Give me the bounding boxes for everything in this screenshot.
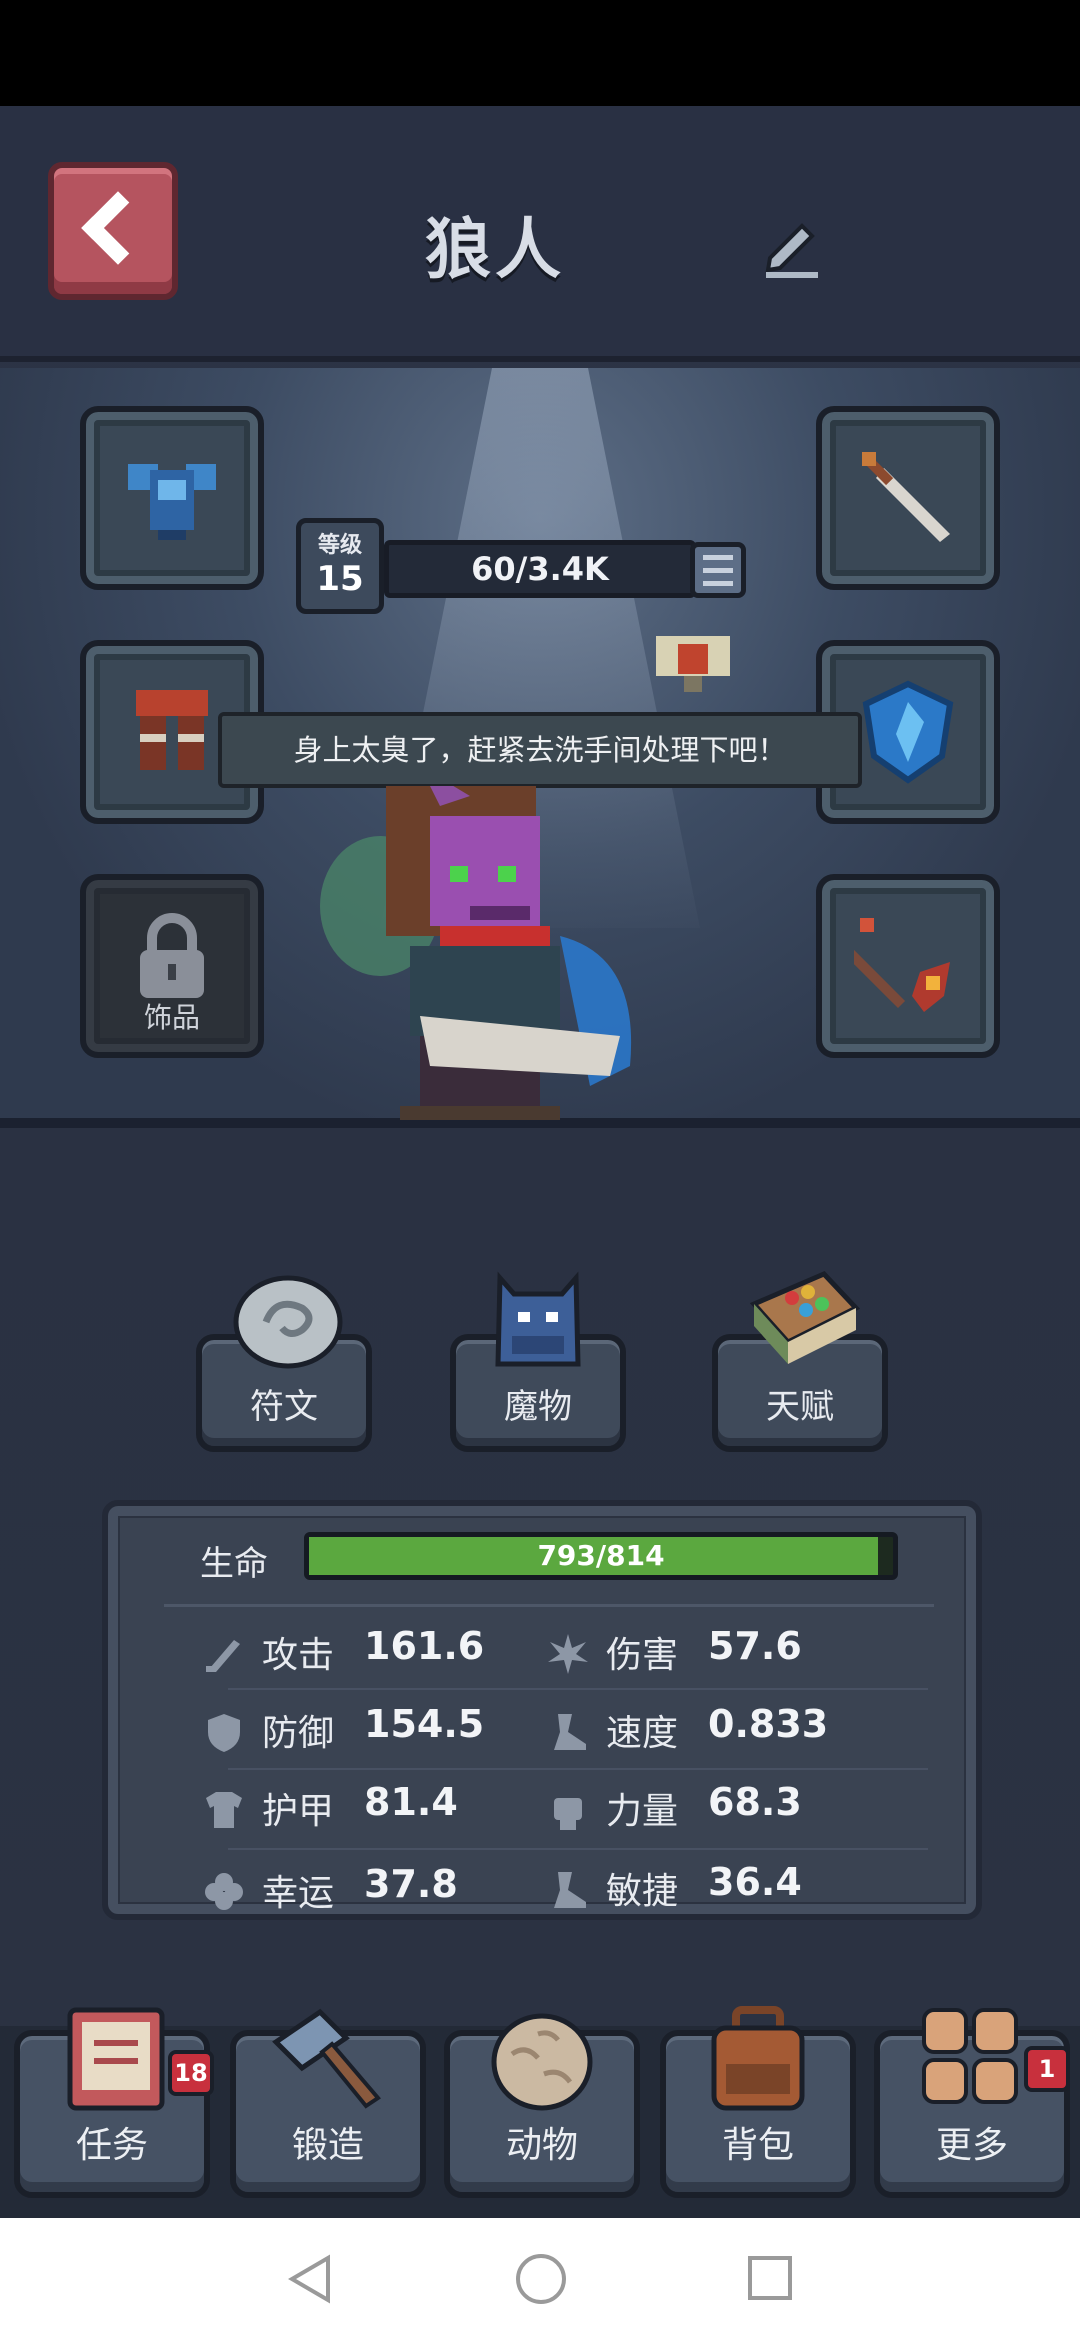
stat-value: 57.6 — [708, 1624, 802, 1668]
blue-armor-icon — [128, 464, 216, 540]
boot-icon — [554, 1714, 586, 1750]
stat-name: 幸运 — [262, 1873, 335, 1914]
edit-pencil-icon[interactable] — [756, 210, 826, 280]
back-chevron-icon — [81, 191, 155, 265]
werewolf-character-sprite[interactable] — [320, 786, 740, 1166]
nav-label: 背包 — [721, 2125, 794, 2166]
stat-value: 81.4 — [364, 1780, 458, 1824]
nav-label: 任务 — [75, 2125, 148, 2166]
floating-armor-icon[interactable] — [650, 626, 736, 696]
accessory-label: 饰品 — [143, 1001, 200, 1034]
character-name: 狼人 — [425, 211, 565, 288]
monster-label: 魔物 — [504, 1387, 572, 1427]
stats-panel: 生命 793/814 攻击 161.6 伤害 57.6 防御 154.5 速度 … — [102, 1500, 982, 1920]
talent-label: 天赋 — [766, 1387, 834, 1427]
stat-value: 68.3 — [708, 1780, 802, 1824]
xp-bar: 60/3.4K — [384, 540, 696, 598]
system-recents-icon[interactable] — [748, 2256, 792, 2300]
grid-icon — [922, 2008, 1018, 2104]
level-value: 15 — [316, 559, 364, 599]
quest-book-icon — [67, 2007, 165, 2111]
burst-icon — [548, 1634, 588, 1674]
xp-text: 60/3.4K — [471, 550, 609, 588]
slot-accessory-locked[interactable]: 饰品 — [80, 874, 264, 1058]
clover-icon — [205, 1873, 243, 1910]
slot-offhand-staff[interactable] — [816, 874, 1000, 1058]
hp-label: 生命 — [200, 1544, 268, 1584]
blue-shield-icon — [862, 680, 954, 784]
stat-value: 161.6 — [364, 1624, 485, 1668]
divider — [228, 1688, 928, 1690]
hp-text: 793/814 — [537, 1539, 665, 1572]
monster-icon — [495, 1271, 581, 1367]
level-badge: 等级 15 — [296, 518, 384, 614]
armor-icon — [206, 1792, 242, 1828]
stat-value: 37.8 — [364, 1862, 458, 1906]
sword-icon — [206, 1640, 240, 1672]
shield-icon — [208, 1714, 240, 1752]
nav-label: 锻造 — [291, 2125, 364, 2166]
nav-label: 动物 — [505, 2125, 578, 2166]
backpack-icon — [711, 2006, 805, 2111]
system-back-icon[interactable] — [288, 2254, 332, 2304]
stat-name: 力量 — [606, 1791, 679, 1832]
nav-label: 更多 — [935, 2125, 1008, 2166]
stat-name: 伤害 — [606, 1635, 679, 1676]
back-button[interactable] — [48, 162, 178, 300]
speech-text: 身上太臭了，赶紧去洗手间处理下吧！ — [293, 733, 787, 767]
character-screen: 狼人 饰品 等级 15 60/3.4K 身上太臭了，赶紧去洗手间处理下吧！ 符文… — [0, 106, 1080, 2218]
sword-icon — [862, 452, 950, 542]
level-label: 等级 — [317, 533, 362, 558]
header: 狼人 — [0, 106, 1080, 362]
more-count-badge: 1 — [1024, 2046, 1070, 2092]
rune-label: 符文 — [250, 1387, 318, 1427]
boot-icon — [554, 1872, 586, 1908]
stat-name: 攻击 — [262, 1635, 335, 1676]
slot-chest-armor[interactable] — [80, 406, 264, 590]
stat-value: 36.4 — [708, 1860, 802, 1904]
xp-details-button[interactable] — [690, 542, 746, 598]
speech-bubble: 身上太臭了，赶紧去洗手间处理下吧！ — [218, 712, 862, 788]
stat-name: 护甲 — [262, 1791, 335, 1832]
staff-icon — [854, 918, 950, 1012]
hp-bar: 793/814 — [304, 1532, 898, 1580]
hammer-icon — [272, 2008, 381, 2109]
egg-icon — [491, 2013, 593, 2111]
stat-value: 154.5 — [364, 1702, 485, 1746]
quest-count-badge: 18 — [168, 2050, 214, 2096]
divider — [228, 1848, 928, 1850]
leg-armor-icon — [136, 690, 208, 770]
page-title: 狼人 — [340, 196, 740, 292]
slot-weapon[interactable] — [816, 406, 1000, 590]
divider — [164, 1604, 934, 1607]
system-navigation-bar — [0, 2218, 1080, 2340]
talent-book-icon — [749, 1271, 861, 1364]
divider — [228, 1768, 928, 1770]
stat-name: 防御 — [262, 1713, 335, 1754]
fist-icon — [554, 1798, 582, 1830]
system-home-icon[interactable] — [516, 2254, 566, 2304]
stat-name: 敏捷 — [606, 1871, 679, 1912]
stat-name: 速度 — [606, 1713, 679, 1754]
stat-value: 0.833 — [708, 1702, 829, 1746]
rune-stone-icon — [233, 1275, 343, 1369]
status-bar — [0, 0, 1080, 106]
